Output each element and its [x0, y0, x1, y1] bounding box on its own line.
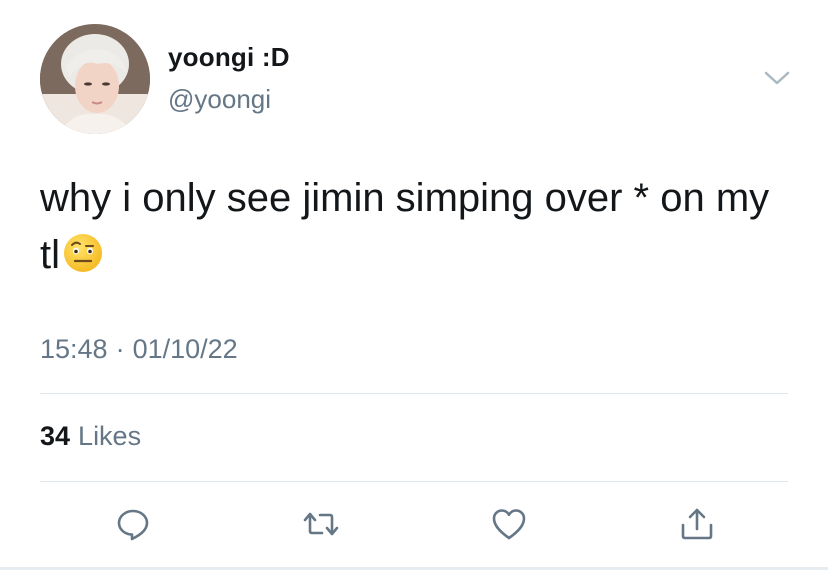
chevron-down-icon[interactable] — [762, 68, 792, 88]
likes-count: 34 — [40, 421, 71, 451]
divider — [40, 393, 788, 394]
tweet-text-content: why i only see jimin simping over * on m… — [40, 176, 770, 277]
heart-icon — [492, 509, 526, 540]
avatar-image — [40, 24, 150, 134]
tweet-card: yoongi :D @yoongi why i only see jimin s… — [0, 0, 828, 570]
tweet-time: 15:48 — [40, 334, 108, 364]
raised-eyebrow-emoji-icon — [62, 232, 104, 274]
divider — [40, 481, 788, 482]
retweet-button[interactable] — [301, 504, 341, 544]
share-button[interactable] — [677, 504, 717, 544]
retweet-icon — [303, 512, 339, 536]
tweet-date: 01/10/22 — [132, 334, 238, 364]
user-handle[interactable]: @yoongi — [168, 84, 271, 115]
share-icon — [681, 508, 713, 540]
avatar[interactable] — [40, 24, 150, 134]
reply-icon — [117, 509, 149, 541]
meta-separator: · — [115, 334, 125, 364]
likes-summary[interactable]: 34 Likes — [40, 421, 141, 452]
display-name[interactable]: yoongi :D — [168, 42, 290, 73]
likes-label: Likes — [78, 421, 142, 451]
tweet-timestamp[interactable]: 15:48 · 01/10/22 — [40, 334, 238, 365]
like-button[interactable] — [489, 504, 529, 544]
tweet-text: why i only see jimin simping over * on m… — [40, 170, 800, 284]
reply-button[interactable] — [113, 504, 153, 544]
